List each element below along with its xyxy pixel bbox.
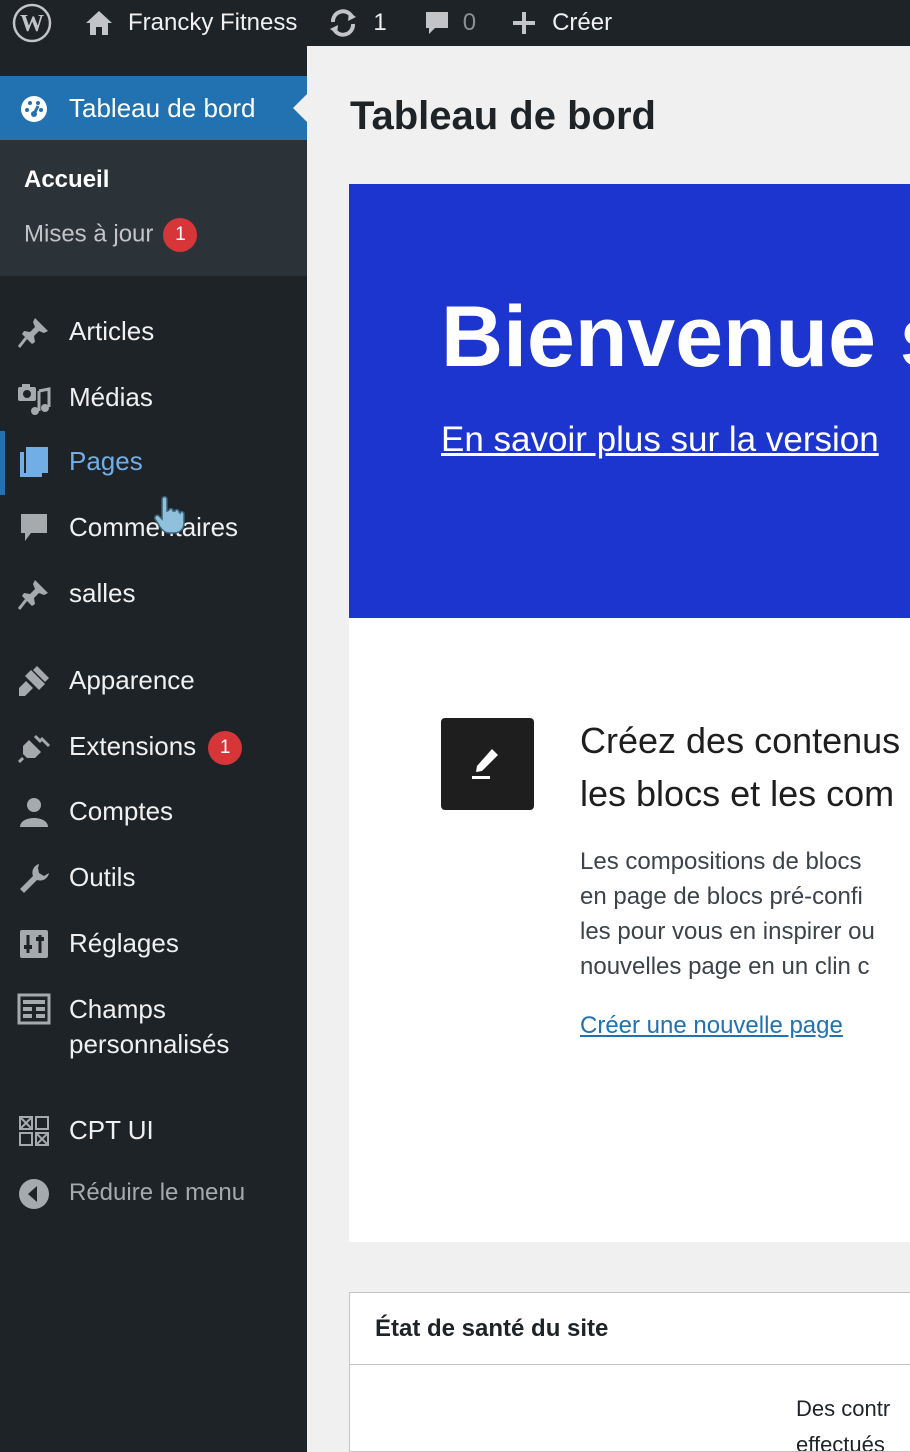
panel-text-line: nouvelles page en un clin c xyxy=(580,953,870,980)
site-name: Francky Fitness xyxy=(128,9,298,36)
menu-item-extensions[interactable]: Extensions 1 xyxy=(0,716,307,776)
submenu-label: Accueil xyxy=(24,166,110,193)
update-count-badge: 1 xyxy=(163,218,198,252)
submenu-item-home[interactable]: Accueil xyxy=(24,166,109,194)
panel-title-line1: Créez des contenus xyxy=(580,720,901,761)
menu-label: Champs personnalisés xyxy=(69,992,229,1062)
menu-item-articles[interactable]: Articles xyxy=(0,301,307,361)
comments-link[interactable]: 0 xyxy=(387,0,476,46)
panel-title-line2: les blocs et les com xyxy=(580,773,895,814)
submenu-item-updates[interactable]: Mises à jour 1 xyxy=(24,218,198,252)
menu-item-settings[interactable]: Réglages xyxy=(0,913,307,973)
new-content-link[interactable]: Créer xyxy=(476,0,612,46)
user-icon xyxy=(20,798,48,827)
plugin-icon xyxy=(17,734,51,764)
version-link[interactable]: En savoir plus sur la version xyxy=(441,420,879,460)
create-page-link[interactable]: Créer une nouvelle page xyxy=(580,1012,843,1040)
pin-icon xyxy=(17,318,48,348)
pin-icon xyxy=(17,580,48,610)
comments-count: 0 xyxy=(462,9,477,36)
comment-icon xyxy=(425,12,448,34)
panel-title: Créez des contenus les blocs et les com xyxy=(580,714,900,820)
menu-item-dashboard[interactable]: Tableau de bord xyxy=(0,76,307,140)
menu-label: Réglages xyxy=(69,928,179,958)
menu-item-pages[interactable]: Pages xyxy=(0,431,307,495)
settings-icon xyxy=(20,930,48,958)
refresh-icon xyxy=(330,9,357,37)
dashboard-icon xyxy=(21,96,47,122)
menu-label: Outils xyxy=(69,862,136,892)
menu-label: Articles xyxy=(69,316,155,346)
menu-label-line2: personnalisés xyxy=(69,1029,230,1059)
menu-label-line1: Champs xyxy=(69,994,166,1024)
menu-item-media[interactable]: Médias xyxy=(0,367,307,427)
panel-text-line: Les compositions de blocs xyxy=(580,848,862,875)
media-icon xyxy=(18,384,51,415)
hover-indicator xyxy=(0,431,5,495)
site-health-widget: État de santé du site Des contr effectué… xyxy=(349,1292,910,1452)
menu-item-appearance[interactable]: Apparence xyxy=(0,650,307,710)
site-health-title: État de santé du site xyxy=(375,1315,609,1342)
menu-label: Apparence xyxy=(69,665,195,695)
menu-item-salles[interactable]: salles xyxy=(0,563,307,623)
wrench-icon xyxy=(20,864,49,893)
admin-sidebar: Tableau de bord Accueil Mises à jour 1 Ar… xyxy=(0,46,307,1452)
new-label: Créer xyxy=(552,9,613,36)
menu-item-custom-fields[interactable]: Champs personnalisés xyxy=(0,978,307,1059)
welcome-title: Bienvenue s xyxy=(441,289,910,385)
welcome-header: Bienvenue s En savoir plus sur la versio… xyxy=(349,184,910,618)
collapse-icon xyxy=(19,1179,49,1209)
plus-icon xyxy=(513,12,536,34)
menu-item-users[interactable]: Comptes xyxy=(0,781,307,841)
site-health-header[interactable]: État de santé du site xyxy=(350,1293,910,1365)
menu-item-cpt-ui[interactable]: CPT UI xyxy=(0,1100,307,1160)
updates-count: 1 xyxy=(373,9,387,36)
home-icon xyxy=(86,11,112,35)
page-title: Tableau de bord xyxy=(350,94,656,138)
menu-label: Comptes xyxy=(69,796,174,826)
menu-item-tools[interactable]: Outils xyxy=(0,847,307,907)
admin-bar: W Francky Fitness 1 0 Créer xyxy=(0,0,910,46)
health-text-line1: Des contr xyxy=(796,1396,891,1421)
collapse-menu-button[interactable]: Réduire le menu xyxy=(0,1163,307,1223)
fields-icon xyxy=(17,993,51,1025)
edit-pencil-icon xyxy=(441,718,534,810)
dashboard-submenu: Accueil Mises à jour 1 xyxy=(0,140,307,276)
svg-text:W: W xyxy=(20,11,44,37)
wordpress-icon: W xyxy=(12,3,52,43)
comment-icon xyxy=(21,514,47,541)
menu-label: CPT UI xyxy=(69,1115,154,1145)
updates-link[interactable]: 1 xyxy=(297,0,387,46)
brush-icon xyxy=(19,666,49,696)
menu-label: salles xyxy=(69,578,136,608)
health-text-line2: effectués xyxy=(796,1432,885,1452)
plugin-update-badge: 1 xyxy=(208,731,243,766)
hand-cursor-icon xyxy=(154,496,185,534)
menu-label-text: Extensions xyxy=(69,731,197,761)
menu-label: Réduire le menu xyxy=(69,1179,246,1206)
menu-label: Extensions 1 xyxy=(69,730,243,766)
submenu-label: Mises à jour xyxy=(24,220,154,248)
wordpress-logo-button[interactable]: W xyxy=(0,0,64,46)
menu-label: Pages xyxy=(69,446,143,476)
pencil-glyph xyxy=(472,749,498,779)
welcome-panel: Bienvenue s En savoir plus sur la versio… xyxy=(349,184,910,1242)
site-health-text: Des contr effectués xyxy=(796,1391,891,1452)
cpt-icon xyxy=(19,1116,49,1146)
panel-text-line: les pour vous en inspirer ou xyxy=(580,918,875,945)
current-menu-arrow xyxy=(293,94,307,122)
panel-text-line: en page de blocs pré-confi xyxy=(580,883,863,910)
site-name-link[interactable]: Francky Fitness xyxy=(64,0,297,46)
pages-icon xyxy=(20,447,48,477)
menu-label: Tableau de bord xyxy=(69,93,256,123)
panel-description: Les compositions de blocs en page de blo… xyxy=(580,844,875,984)
menu-label: Médias xyxy=(69,382,153,412)
